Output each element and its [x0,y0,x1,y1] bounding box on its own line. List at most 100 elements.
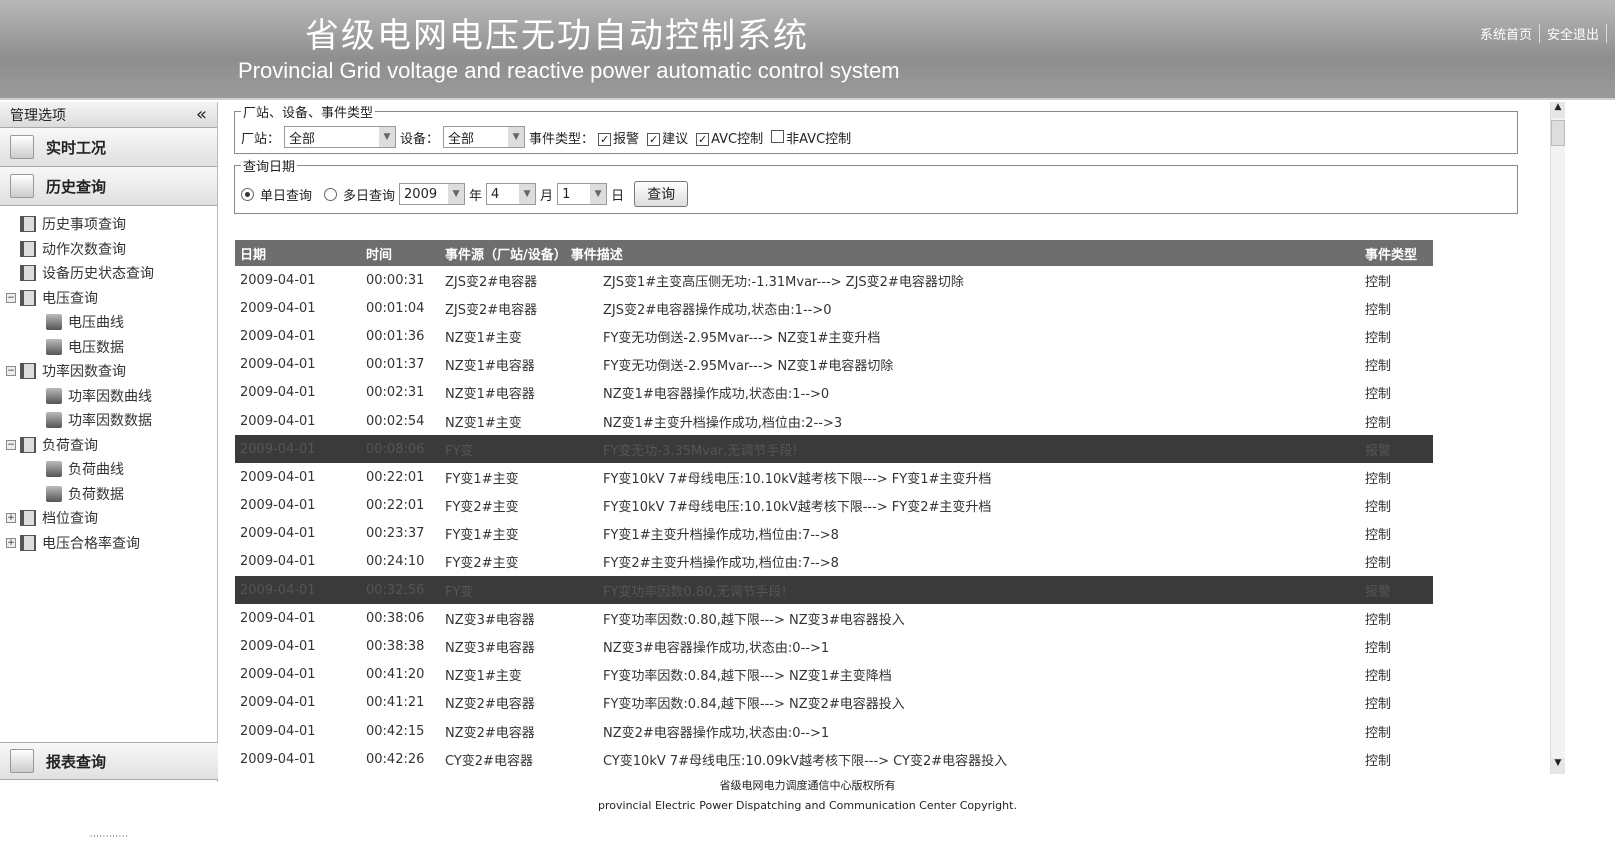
home-link[interactable]: 系统首页 [1473,24,1540,43]
events-table: 日期 时间 事件源（厂站/设备） 事件描述 事件类型 2009-04-01 00:… [235,240,1433,773]
tree-item[interactable]: − 功率因数查询 [6,359,217,384]
cell-source: FY变1#主变 [445,471,519,487]
cell-description: CY变10kV 7#母线电压:10.09kV越考核下限---> CY变2#电容器… [603,753,1008,769]
col-type[interactable]: 事件类型 [1365,244,1433,263]
tree-item[interactable]: 负荷曲线 [6,457,217,482]
month-select[interactable]: 4 ▼ [486,183,537,205]
col-source[interactable]: 事件源（厂站/设备） [445,244,571,263]
checkbox[interactable]: ✓ [647,132,661,146]
col-description[interactable]: 事件描述 [571,244,1365,263]
scroll-up-icon[interactable]: ▲ [1551,102,1565,118]
table-row[interactable]: 2009-04-01 00:42:26 CY变2#电容器 CY变10kV 7#母线电压… [235,745,1433,773]
tree-item-label: 历史事项查询 [42,217,126,234]
cell-date: 2009-04-01 [240,469,316,485]
event-type-option[interactable]: ✓ 建议 [647,128,688,147]
collapse-icon[interactable]: « [196,104,207,125]
cell-date: 2009-04-01 [240,639,316,655]
table-row[interactable]: 2009-04-01 00:22:01 FY变1#主变 FY变10kV 7#母线电压:… [235,463,1433,491]
table-row[interactable]: 2009-04-01 00:02:31 NZ变1#电容器 NZ变1#电容器操作成功,状… [235,379,1433,407]
table-row[interactable]: 2009-04-01 00:22:01 FY变2#主变 FY变10kV 7#母线电压:… [235,492,1433,520]
table-row-alarm[interactable]: 2009-04-01 00:08:06 FY变 FY变无功-3.35Mvar,无调节手… [235,435,1433,464]
table-row[interactable]: 2009-04-01 00:41:20 NZ变1#主变 FY变功率因数:0.84,越下… [235,661,1433,689]
cell-description: FY变无功-3.35Mvar,无调节手段! [603,443,798,459]
query-button[interactable]: 查询 [634,181,689,207]
cell-description: NZ变1#电容器操作成功,状态由:1-->0 [603,387,830,403]
tree-item[interactable]: − 负荷查询 [6,433,217,458]
nav-section-reports[interactable]: 报表查询 [0,742,218,780]
tree-item[interactable]: 功率因数曲线 [6,384,217,409]
collapse-icon[interactable]: − [6,292,16,303]
event-type-option[interactable]: ✓ AVC控制 [696,128,763,147]
cell-type: 控制 [1365,725,1392,741]
table-row[interactable]: 2009-04-01 00:38:06 NZ变3#电容器 FY变功率因数:0.80,越… [235,604,1433,632]
cell-source: FY变 [445,443,474,459]
event-type-option[interactable]: 非AVC控制 [771,128,851,147]
date-legend: 查询日期 [243,160,296,175]
page-icon [20,436,36,453]
sidebar: 管理选项 « 实时工况 历史查询 历史事项查询 动作次数查询 设备历史状态查询 − 电压… [0,102,218,843]
tree-item[interactable]: − 电压查询 [6,286,217,311]
tree-item[interactable]: 功率因数数据 [6,408,217,433]
table-row-alarm[interactable]: 2009-04-01 00:32:56 FY变 FY变功率因数0.80,无调节手段! 报… [235,576,1433,605]
tree-item[interactable]: + 档位查询 [6,506,217,531]
cell-date: 2009-04-01 [240,357,316,373]
scroll-thumb[interactable] [1551,120,1565,146]
table-row[interactable]: 2009-04-01 00:01:37 NZ变1#电容器 FY变无功倒送-2.95Mv… [235,351,1433,379]
chevron-down-icon: ▼ [519,184,536,204]
multi-day-radio[interactable] [324,187,338,201]
checkbox[interactable]: ✓ [598,132,612,146]
table-row[interactable]: 2009-04-01 00:00:31 ZJS变2#电容器 ZJS变1#主变高压侧无功… [235,266,1433,294]
table-row[interactable]: 2009-04-01 00:23:37 FY变1#主变 FY变1#主变升档操作成功,档… [235,520,1433,548]
expand-icon[interactable]: + [6,513,16,524]
tree-item-label: 电压合格率查询 [42,535,140,552]
table-row[interactable]: 2009-04-01 00:41:21 NZ变2#电容器 FY变功率因数:0.84,越… [235,689,1433,717]
month-label: 月 [540,188,554,204]
collapse-icon[interactable]: − [6,366,16,377]
tree-item[interactable]: 电压数据 [6,335,217,360]
logout-link[interactable]: 安全退出 [1540,24,1607,43]
table-row[interactable]: 2009-04-01 00:01:36 NZ变1#主变 FY变无功倒送-2.95Mva… [235,322,1433,350]
page-icon [20,289,36,306]
tree-item[interactable]: 设备历史状态查询 [6,261,217,286]
cell-date: 2009-04-01 [240,582,316,598]
single-day-radio[interactable] [241,187,254,201]
event-type-option[interactable]: ✓ 报警 [598,128,639,147]
checkbox[interactable]: ✓ [696,132,710,146]
col-time[interactable]: 时间 [366,244,445,263]
page-icon [20,216,36,233]
device-select[interactable]: 全部 ▼ [443,126,526,148]
filter-group: 厂站、设备、事件类型 厂站： 全部 ▼ 设备： 全部 ▼ 事件类型： ✓ 报警 ✓ 建议 ✓… [234,102,1518,154]
collapse-icon[interactable]: − [6,439,16,450]
tree-item[interactable]: 电压曲线 [6,310,217,335]
scrollbar[interactable]: ▲ ▼ [1550,102,1565,774]
station-select[interactable]: 全部 ▼ [284,126,397,148]
table-row[interactable]: 2009-04-01 00:01:04 ZJS变2#电容器 ZJS变2#电容器操作成功… [235,294,1433,322]
table-row[interactable]: 2009-04-01 00:38:38 NZ变3#电容器 NZ变3#电容器操作成功,状… [235,632,1433,660]
day-select[interactable]: 1 ▼ [557,183,608,205]
tree-item[interactable]: 负荷数据 [6,482,217,507]
cell-source: ZJS变2#电容器 [445,274,538,290]
station-label: 厂站： [241,131,281,147]
table-row[interactable]: 2009-04-01 00:42:15 NZ变2#电容器 NZ变2#电容器操作成功,状… [235,717,1433,745]
tree-item[interactable]: 动作次数查询 [6,237,217,262]
day-label: 日 [611,188,625,204]
splitter-grip[interactable]: '''''''''''' [90,834,128,843]
cell-date: 2009-04-01 [240,554,316,570]
col-date[interactable]: 日期 [235,244,366,263]
expand-icon[interactable]: + [6,537,16,548]
nav-section-history[interactable]: 历史查询 [0,167,217,206]
checkbox[interactable] [771,129,785,143]
cell-time: 00:01:36 [366,328,425,344]
table-row[interactable]: 2009-04-01 00:02:54 NZ变1#主变 NZ变1#主变升档操作成功,档… [235,407,1433,435]
tree-item[interactable]: 历史事项查询 [6,212,217,237]
cell-type: 控制 [1365,697,1392,713]
scroll-down-icon[interactable]: ▼ [1551,758,1565,774]
cell-description: FY变无功倒送-2.95Mvar---> NZ变1#主变升档 [603,330,881,346]
cell-date: 2009-04-01 [240,272,316,288]
cell-source: NZ变2#电容器 [445,725,535,741]
cell-description: ZJS变1#主变高压侧无功:-1.31Mvar---> ZJS变2#电容器切除 [603,274,964,290]
tree-item[interactable]: + 电压合格率查询 [6,531,217,556]
nav-section-realtime[interactable]: 实时工况 [0,128,217,167]
year-select[interactable]: 2009 ▼ [399,183,466,205]
table-row[interactable]: 2009-04-01 00:24:10 FY变2#主变 FY变2#主变升档操作成功,档… [235,548,1433,576]
